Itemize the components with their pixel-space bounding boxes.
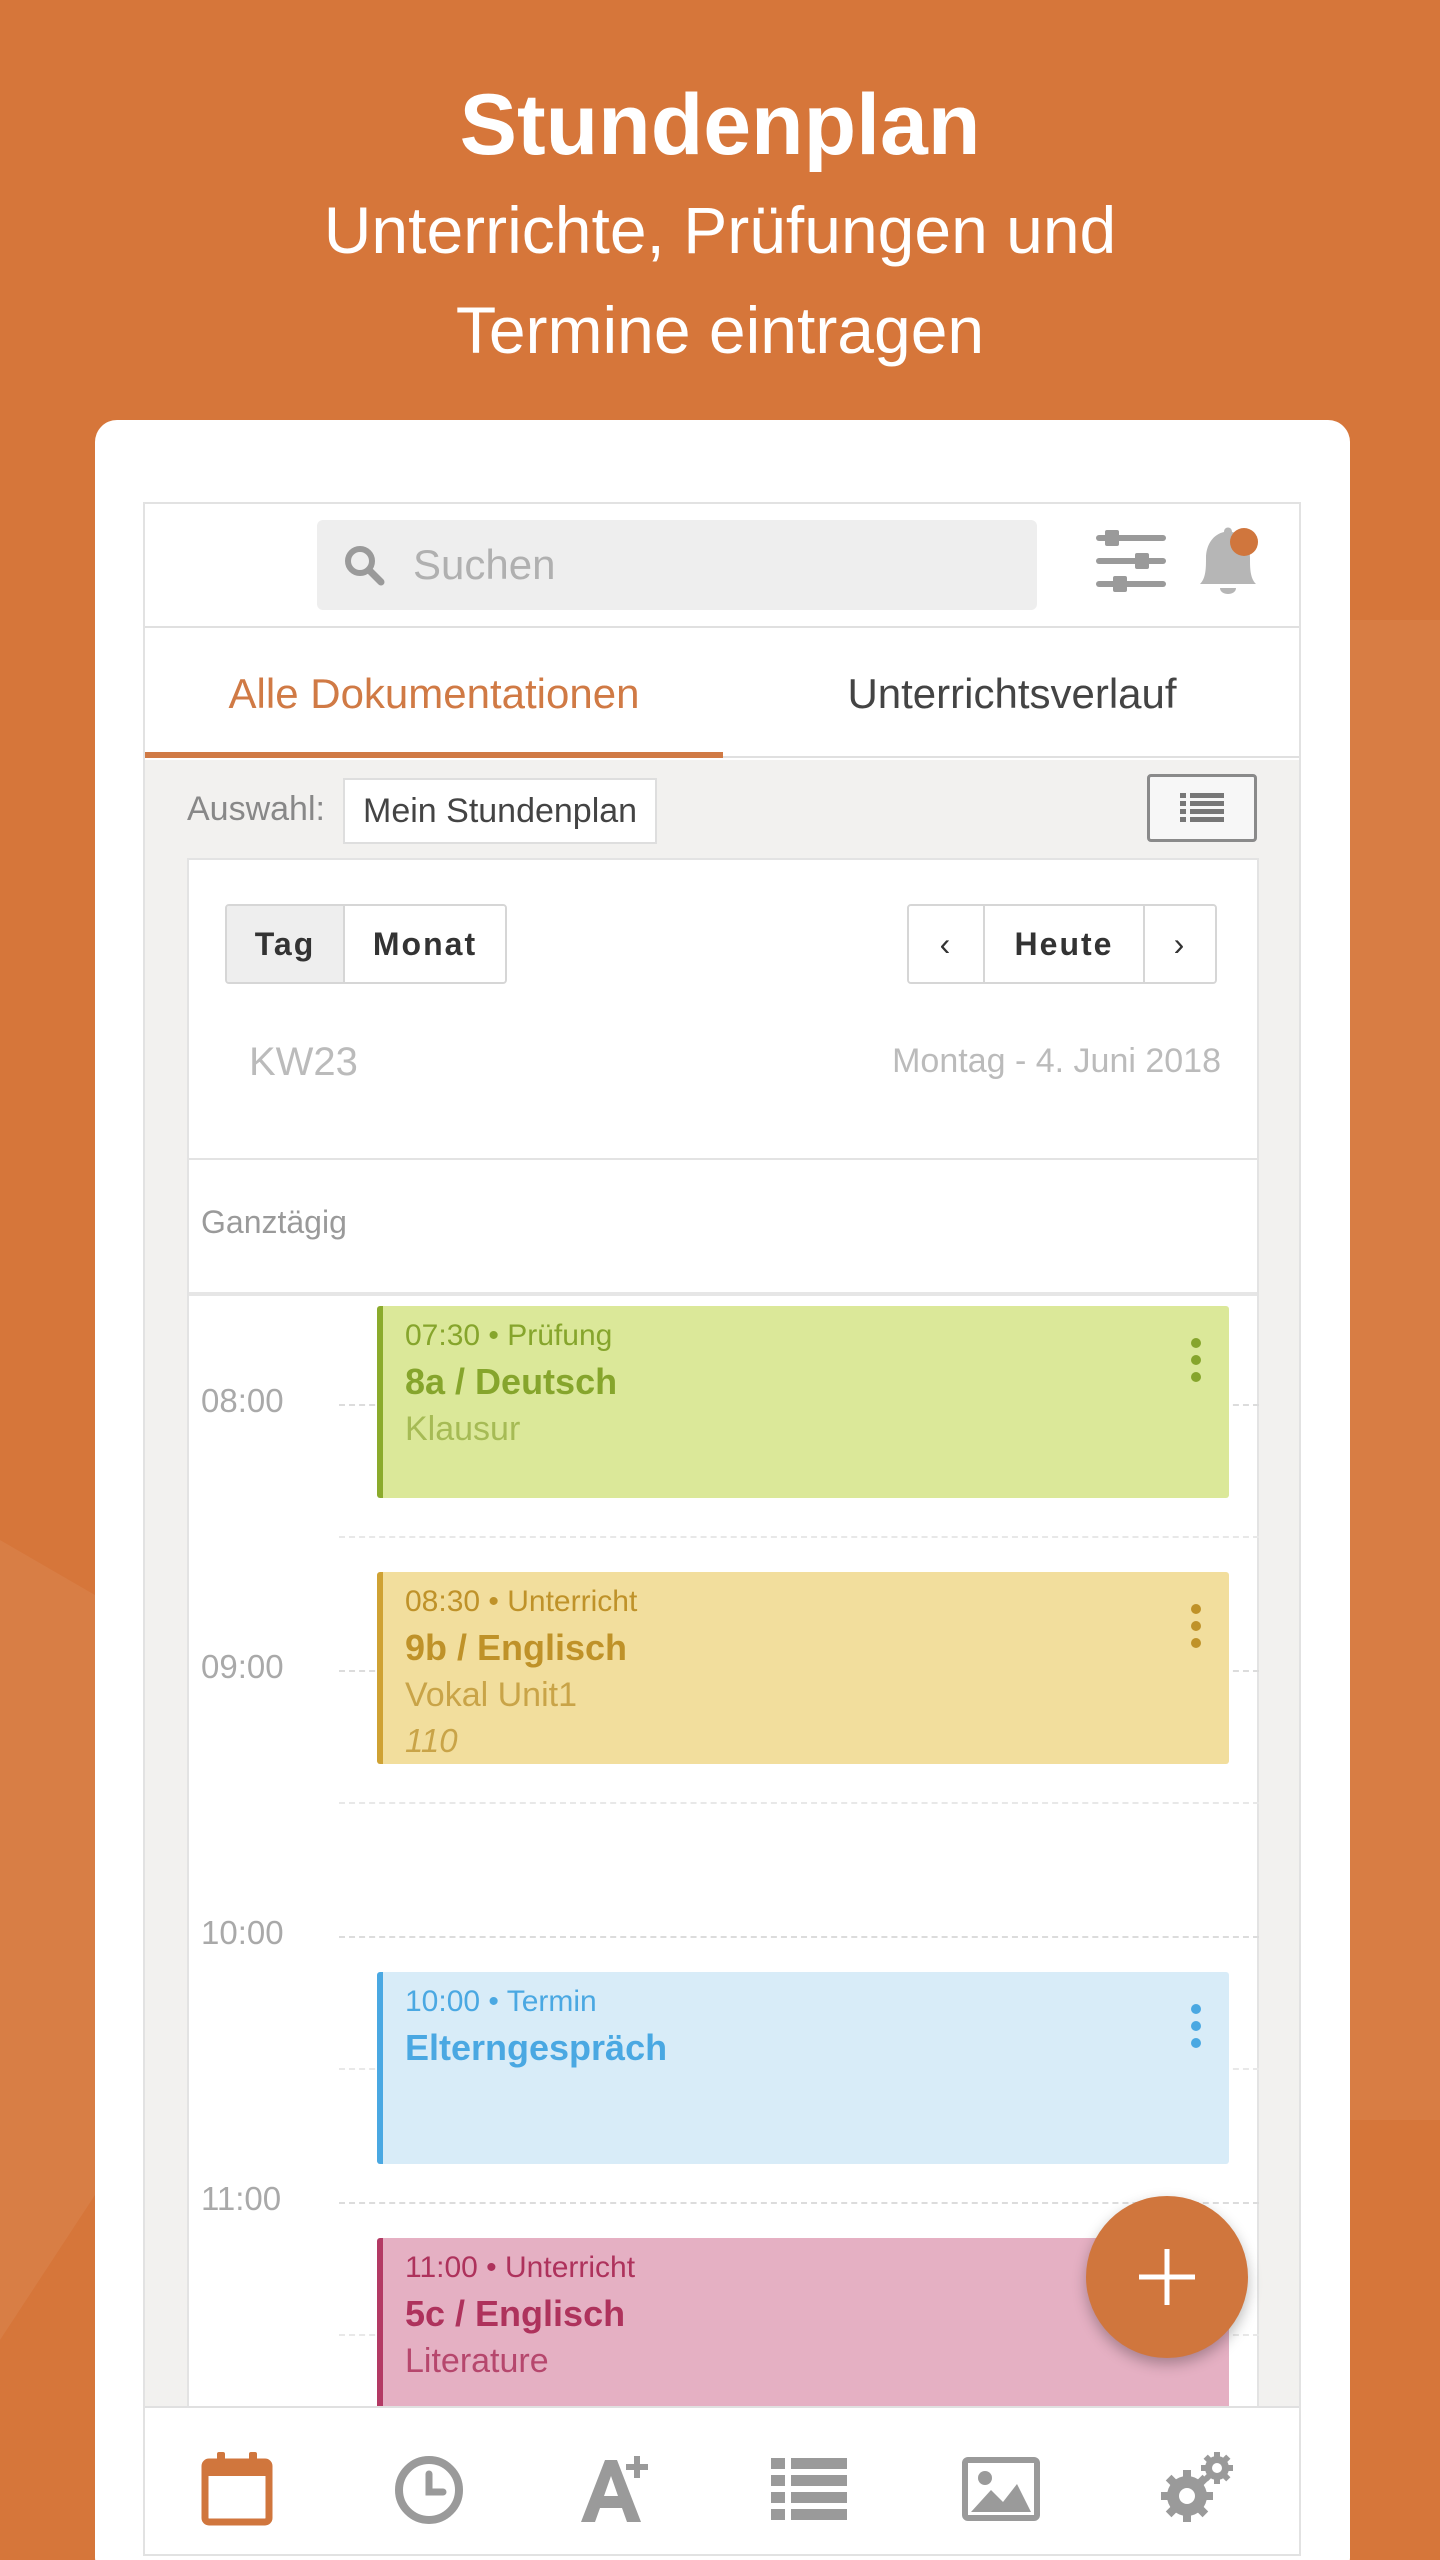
divider [189,1158,1257,1160]
schedule-select[interactable]: Mein Stundenplan [343,778,658,844]
hour-label: 09:00 [201,1648,284,1685]
bottom-navigation [145,2406,1299,2554]
font-plus-icon[interactable] [577,2448,657,2528]
gears-icon[interactable] [1157,2448,1237,2528]
add-button[interactable] [1086,2196,1248,2358]
hour-label: 10:00 [201,1914,284,1951]
half-hour-line [339,1802,1259,1804]
prev-day-button[interactable]: ‹ [909,906,983,982]
right-gutter [1257,858,1299,2554]
list-icon [1180,793,1224,822]
hour-label: 08:00 [201,1382,284,1419]
list-icon[interactable] [769,2448,849,2528]
day-view-button[interactable]: Tag [227,906,343,982]
event-card-unterricht[interactable]: 08:30 • Unterricht 9b / Englisch Vokal U… [377,1572,1229,1764]
event-time-type: 08:30 • Unterricht [405,1585,638,1618]
clock-icon[interactable] [389,2448,469,2528]
event-subtitle: Klausur [405,1410,521,1448]
top-bar: Suchen [145,504,1299,628]
tab-unterrichtsverlauf[interactable]: Unterrichtsverlauf [723,630,1299,758]
next-day-button[interactable]: › [1143,906,1215,982]
half-hour-line [339,1536,1259,1538]
promo-subtitle-line-2: Termine eintragen [455,293,985,367]
today-button[interactable]: Heute [983,906,1143,982]
hour-line [339,2202,1259,2204]
bell-icon[interactable] [1190,522,1264,602]
left-gutter [145,858,187,2554]
promo-subtitle-line-1: Unterrichte, Prüfungen und [323,193,1117,267]
more-options-icon[interactable] [1191,2004,1201,2048]
event-title: 9b / Englisch [405,1627,628,1668]
plus-icon [1139,2249,1195,2305]
active-tab-indicator [145,752,723,758]
month-view-button[interactable]: Monat [343,906,505,982]
search-input[interactable]: Suchen [317,520,1037,610]
promo-subtitle: Unterrichte, Prüfungen und Termine eintr… [0,180,1440,380]
search-icon [345,546,385,586]
current-date: Montag - 4. Juni 2018 [892,1042,1221,1080]
selection-bar: Auswahl: Mein Stundenplan [145,760,1299,858]
more-options-icon[interactable] [1191,1604,1201,1648]
promo-title: Stundenplan [459,77,981,173]
image-icon[interactable] [961,2448,1041,2528]
notification-dot [1230,528,1258,556]
date-navigation: ‹ Heute › [907,904,1217,984]
all-day-label: Ganztägig [201,1204,347,1240]
calendar-icon[interactable] [197,2448,277,2528]
event-room: 110 [405,1722,458,1759]
more-options-icon[interactable] [1191,1338,1201,1382]
list-view-button[interactable] [1147,774,1257,842]
event-title: Elterngespräch [405,2027,668,2068]
filter-sliders-icon[interactable] [1095,528,1167,594]
hour-line [339,1936,1259,1938]
event-time-type: 10:00 • Termin [405,1985,597,2018]
event-time-type: 07:30 • Prüfung [405,1319,613,1352]
view-toggle: Tag Monat [225,904,507,984]
week-number: KW23 [249,1040,358,1084]
tab-bar: Alle Dokumentationen Unterrichtsverlauf [145,630,1299,758]
event-subtitle: Vokal Unit1 [405,1676,577,1714]
search-placeholder: Suchen [413,541,556,588]
divider [189,1292,1257,1296]
hour-label: 11:00 [201,2180,282,2217]
selection-label: Auswahl: [187,790,325,828]
event-subtitle: Literature [405,2342,549,2380]
event-title: 8a / Deutsch [405,1361,618,1402]
event-card-pruefung[interactable]: 07:30 • Prüfung 8a / Deutsch Klausur [377,1306,1229,1498]
tab-alle-dokumentationen[interactable]: Alle Dokumentationen [145,630,723,758]
event-card-termin[interactable]: 10:00 • Termin Elterngespräch [377,1972,1229,2164]
